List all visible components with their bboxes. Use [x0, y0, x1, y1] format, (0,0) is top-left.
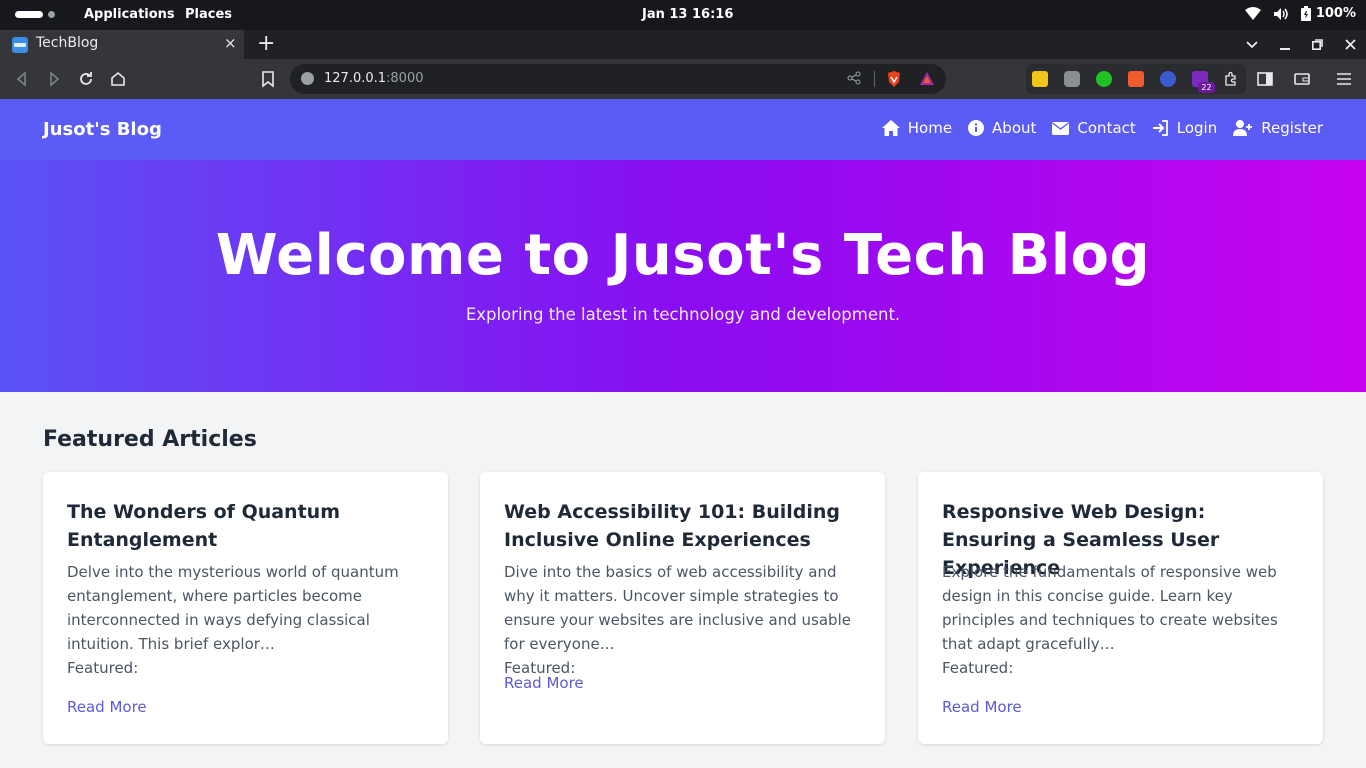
site-favicon-icon	[12, 37, 28, 53]
hero-subtitle: Exploring the latest in technology and d…	[465, 305, 901, 324]
workspace-dot	[48, 11, 55, 18]
article-title: The Wonders of Quantum Entanglement	[67, 501, 340, 551]
clock[interactable]: Jan 13 16:16	[642, 7, 733, 22]
wallet-icon[interactable]	[1293, 70, 1311, 88]
read-more-link[interactable]: Read More	[67, 698, 147, 716]
article-card: Responsive Web Design: Ensuring a Seamle…	[918, 472, 1323, 744]
battery-percent: 100%	[1315, 6, 1356, 21]
omnibox-divider	[874, 71, 875, 87]
nav-register[interactable]: Register	[1233, 119, 1323, 137]
nav-login[interactable]: Login	[1152, 119, 1217, 137]
extension-badge: 22	[1198, 82, 1215, 93]
bookmark-icon[interactable]	[259, 70, 277, 88]
brave-shields-icon[interactable]	[886, 70, 902, 88]
article-card: Web Accessibility 101: Building Inclusiv…	[480, 472, 885, 744]
battery-icon	[1300, 6, 1311, 21]
read-more-link[interactable]: Read More	[504, 674, 584, 692]
check-extension-icon[interactable]	[1096, 71, 1112, 87]
active-workspace-pill	[15, 11, 43, 18]
nav-links: Home About Contact Login Register	[881, 119, 1323, 137]
screenshot-extension-icon[interactable]	[1064, 71, 1080, 87]
article-featured-label: Featured:	[942, 659, 1014, 677]
system-tray: 100%	[1244, 6, 1356, 21]
places-menu[interactable]: Places	[185, 7, 232, 22]
nav-contact[interactable]: Contact	[1052, 119, 1136, 137]
home-icon	[881, 120, 900, 136]
applications-menu[interactable]: Applications	[84, 7, 175, 22]
nav-home[interactable]: Home	[881, 119, 953, 137]
tab-close-button[interactable]: ×	[224, 34, 237, 52]
url-port: :8000	[386, 71, 424, 86]
battery-status[interactable]: 100%	[1300, 6, 1356, 21]
close-window-icon[interactable]	[1345, 39, 1356, 50]
notes-extension-icon[interactable]	[1032, 71, 1048, 87]
browser-toolbar: 127.0.0.1:8000	[0, 59, 1366, 99]
volume-icon[interactable]	[1273, 7, 1289, 21]
url-host: 127.0.0.1	[324, 71, 387, 86]
article-excerpt: Delve into the mysterious world of quant…	[67, 563, 399, 653]
restore-icon[interactable]	[1312, 39, 1323, 50]
reload-icon[interactable]	[77, 70, 95, 88]
fox-extension-icon[interactable]	[1128, 71, 1144, 87]
home-icon[interactable]	[109, 70, 127, 88]
nav-home-label: Home	[907, 119, 953, 137]
new-tab-button[interactable]: +	[257, 31, 275, 56]
sign-in-icon	[1152, 120, 1168, 136]
nav-about[interactable]: About	[968, 119, 1036, 137]
site-navbar: Jusot's Blog Home About Contact Login Re…	[0, 99, 1366, 160]
url-text: 127.0.0.1:8000	[324, 71, 424, 86]
workspace-indicator[interactable]	[15, 11, 55, 18]
tab-techblog[interactable]: TechBlog ×	[0, 30, 244, 59]
featured-heading: Featured Articles	[43, 427, 257, 452]
menu-hamburger-icon[interactable]	[1335, 70, 1353, 88]
ws-extension-icon[interactable]	[1160, 71, 1176, 87]
forward-icon[interactable]	[45, 70, 63, 88]
minimize-icon[interactable]	[1280, 40, 1290, 50]
read-more-link[interactable]: Read More	[942, 698, 1022, 716]
user-plus-icon	[1233, 120, 1253, 136]
address-bar[interactable]: 127.0.0.1:8000	[290, 64, 946, 94]
article-title: Web Accessibility 101: Building Inclusiv…	[504, 501, 840, 551]
site-info-icon[interactable]	[301, 72, 314, 85]
article-body: Explore the fundamentals of responsive w…	[942, 560, 1302, 680]
article-card: The Wonders of Quantum Entanglement Delv…	[43, 472, 448, 744]
article-body: Dive into the basics of web accessibilit…	[504, 560, 864, 680]
brave-rewards-icon[interactable]	[919, 71, 935, 86]
article-body: Delve into the mysterious world of quant…	[67, 560, 427, 680]
wifi-icon[interactable]	[1244, 6, 1261, 21]
sidebar-toggle-icon[interactable]	[1256, 70, 1274, 88]
article-featured-label: Featured:	[67, 659, 139, 677]
hero-banner: Welcome to Jusot's Tech Blog Exploring t…	[0, 160, 1366, 392]
tab-title: TechBlog	[36, 35, 99, 51]
tab-search-chevron-icon[interactable]	[1246, 40, 1258, 49]
site-brand[interactable]: Jusot's Blog	[43, 119, 162, 140]
nav-about-label: About	[992, 119, 1037, 137]
browser-tab-strip: TechBlog × +	[0, 30, 1366, 59]
nav-login-label: Login	[1176, 119, 1218, 137]
nav-register-label: Register	[1261, 119, 1323, 137]
share-icon[interactable]	[847, 71, 861, 85]
article-excerpt: Dive into the basics of web accessibilit…	[504, 563, 851, 653]
nav-contact-label: Contact	[1077, 119, 1136, 137]
info-icon	[968, 120, 985, 136]
article-excerpt: Explore the fundamentals of responsive w…	[942, 563, 1278, 653]
window-controls	[1246, 30, 1356, 59]
back-icon[interactable]	[13, 70, 31, 88]
envelope-icon	[1052, 121, 1070, 135]
hero-title: Welcome to Jusot's Tech Blog	[215, 223, 1151, 288]
extensions-puzzle-icon[interactable]	[1223, 71, 1239, 87]
system-top-bar: Applications Places Jan 13 16:16 100%	[0, 0, 1366, 30]
